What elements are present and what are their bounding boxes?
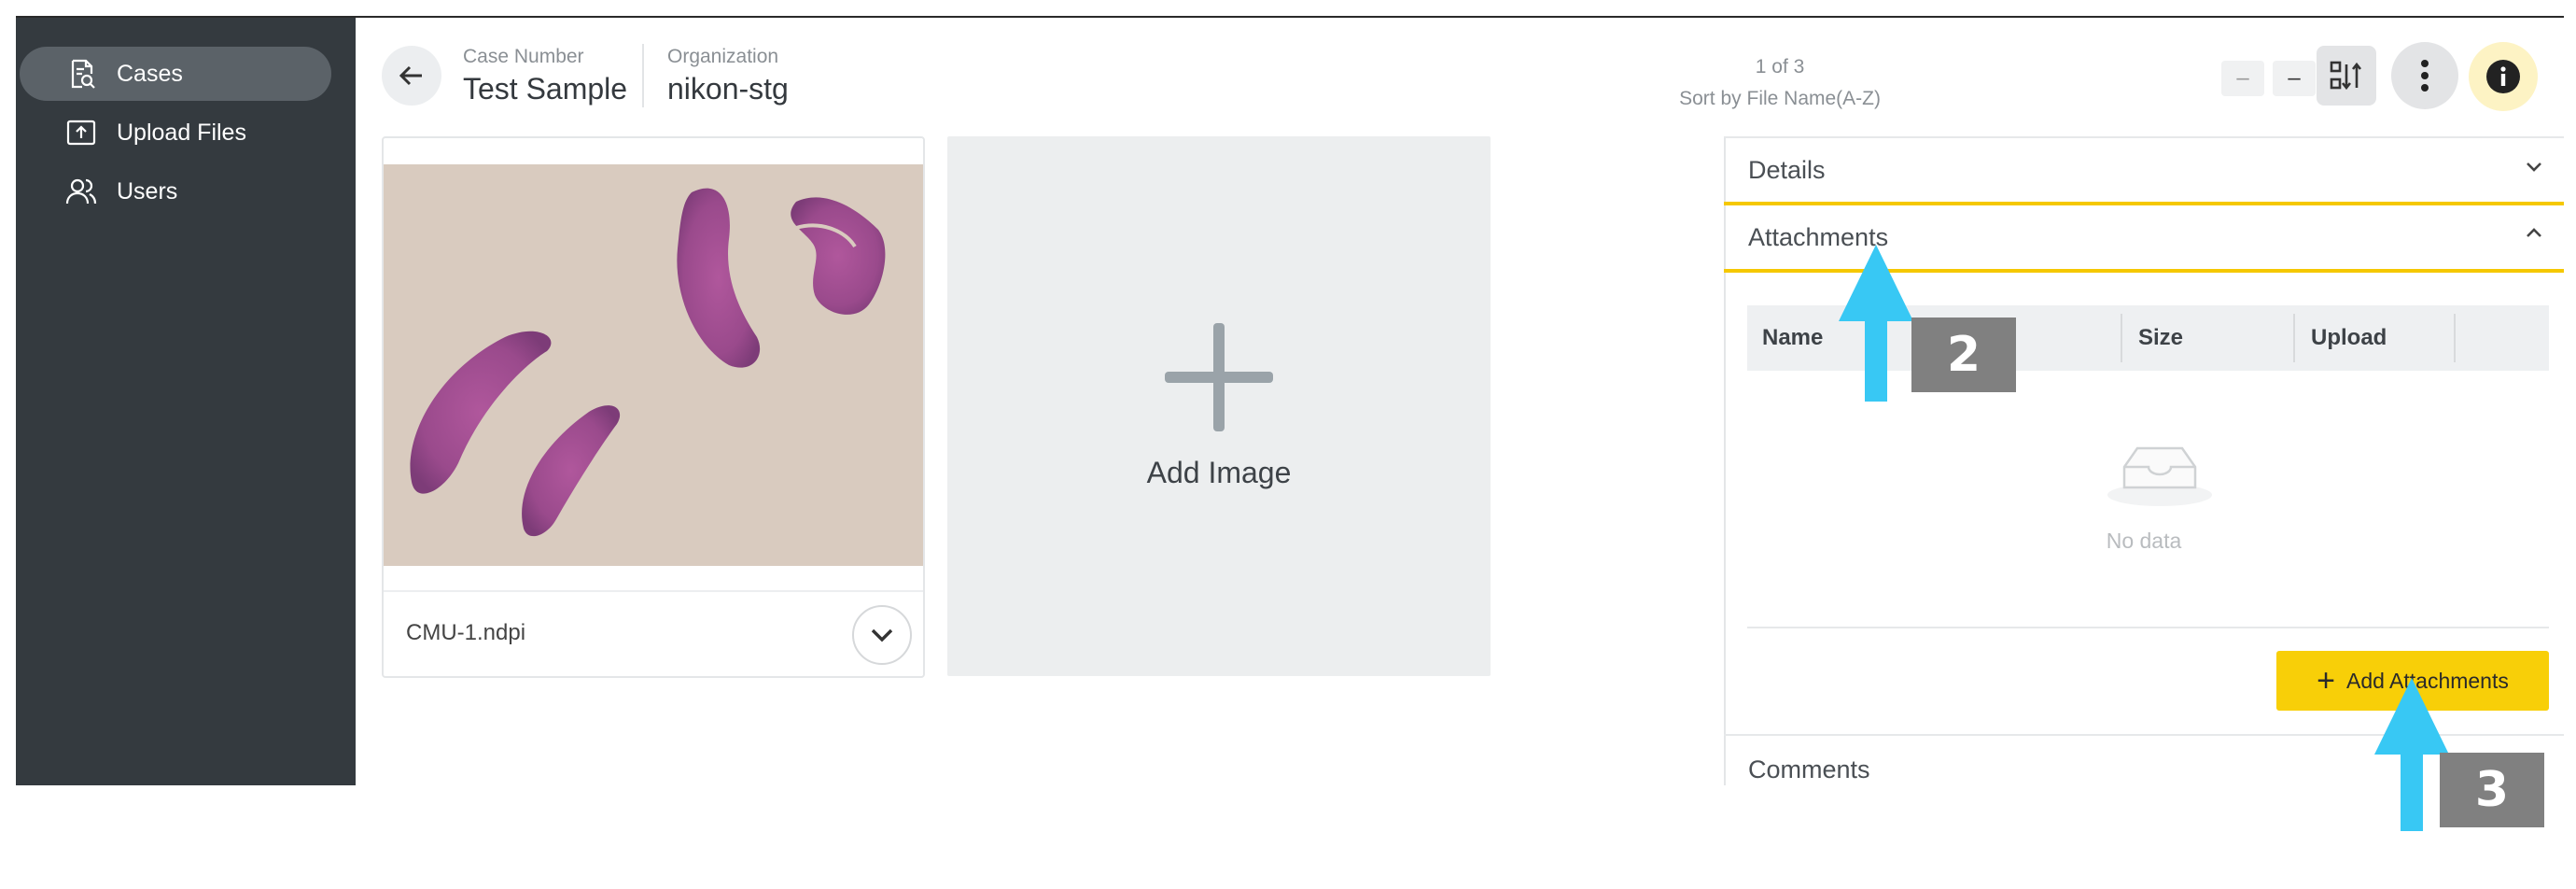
slide-thumbnail[interactable] <box>384 164 923 566</box>
plus-icon: + <box>2317 663 2335 698</box>
callout-badge-3: 3 <box>2440 753 2544 827</box>
add-image-label: Add Image <box>1146 456 1292 489</box>
info-button[interactable] <box>2469 42 2538 111</box>
case-number-label: Case Number <box>463 46 584 67</box>
pager-count: 1 of 3 <box>1755 56 1805 78</box>
card-expand-button[interactable] <box>852 605 912 665</box>
kebab-icon <box>2421 60 2429 92</box>
comments-title: Comments <box>1748 755 1870 783</box>
plus-icon <box>1165 323 1273 431</box>
chevron-up-icon <box>2527 228 2541 237</box>
image-card[interactable]: CMU-1.ndpi <box>382 136 925 678</box>
callout-badge-2: 2 <box>1911 318 2016 392</box>
file-name: CMU-1.ndpi <box>406 620 526 645</box>
pager-info: 1 of 3 Sort by File Name(A-Z) <box>1679 51 1881 115</box>
sort-icon <box>2330 61 2362 91</box>
upload-icon <box>63 114 100 151</box>
case-search-icon <box>63 55 100 92</box>
users-icon <box>63 173 100 210</box>
sidebar-item-label: Users <box>117 177 178 205</box>
details-accordion-header[interactable]: Details <box>1724 138 2564 202</box>
sidebar-item-cases[interactable]: Cases <box>20 47 331 101</box>
column-separator <box>2121 314 2122 362</box>
next-button[interactable]: – <box>2273 61 2316 96</box>
chevron-down-icon <box>2527 162 2541 172</box>
callout-arrow-3 <box>2374 678 2449 831</box>
tissue-slide-image <box>410 188 886 537</box>
main-content: Case Number Test Sample Organization nik… <box>356 18 2564 785</box>
column-header-upload[interactable]: Upload <box>2293 305 2549 371</box>
table-footer-divider <box>1747 627 2549 628</box>
sidebar-item-upload-files[interactable]: Upload Files <box>20 106 331 160</box>
chevron-down-icon <box>871 628 893 642</box>
sidebar-item-label: Upload Files <box>117 119 246 146</box>
details-title: Details <box>1748 155 1826 184</box>
sidebar-item-label: Cases <box>117 60 183 87</box>
column-separator <box>2454 314 2456 362</box>
arrow-left-icon <box>399 65 422 86</box>
column-header-size[interactable]: Size <box>2121 305 2293 371</box>
more-options-button[interactable] <box>2391 42 2458 109</box>
organization-label: Organization <box>667 46 779 67</box>
callout-arrow-2 <box>1839 245 1913 402</box>
sidebar-item-users[interactable]: Users <box>20 164 331 219</box>
header-divider <box>642 44 644 107</box>
info-icon <box>2486 60 2520 93</box>
case-number-value: Test Sample <box>463 72 628 106</box>
sort-text: Sort by File Name(A-Z) <box>1679 88 1881 109</box>
sort-button[interactable] <box>2317 46 2376 106</box>
app-window: Cases Upload Files Users Case Number Tes… <box>16 16 2564 785</box>
empty-inbox-icon <box>2107 446 2212 506</box>
column-separator <box>2293 314 2295 362</box>
add-image-tile[interactable]: Add Image <box>947 136 1491 676</box>
card-divider <box>384 590 923 592</box>
organization-value: nikon-stg <box>667 72 789 106</box>
sidebar: Cases Upload Files Users <box>16 18 356 785</box>
empty-state-text: No data <box>2106 529 2182 553</box>
back-button[interactable] <box>382 46 441 106</box>
prev-button[interactable]: – <box>2221 61 2264 96</box>
